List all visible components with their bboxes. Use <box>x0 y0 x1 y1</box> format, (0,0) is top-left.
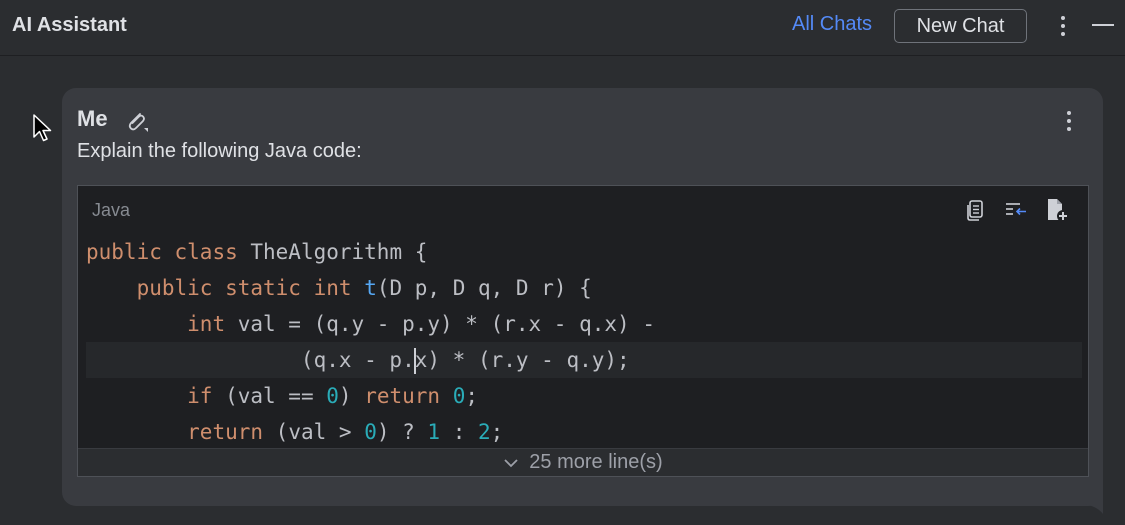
code-token: return <box>187 420 276 444</box>
code-token: return <box>364 384 453 408</box>
tool-window-title: AI Assistant <box>12 14 127 36</box>
code-line: if (val == 0) return 0; <box>86 378 1082 414</box>
code-lines: public class TheAlgorithm { public stati… <box>86 234 1082 450</box>
code-token: if <box>187 384 226 408</box>
code-token: 2 <box>478 420 491 444</box>
new-chat-button[interactable]: New Chat <box>894 9 1027 43</box>
code-token: ) ? <box>376 420 428 444</box>
more-lines-label: 25 more line(s) <box>529 451 663 473</box>
code-token: public <box>136 276 226 300</box>
code-snippet: Java public class TheAlgorithm { public … <box>77 185 1089 477</box>
all-chats-link[interactable]: All Chats <box>792 13 872 36</box>
code-token: class <box>174 240 251 264</box>
code-line: int val = (q.y - p.y) * (r.x - q.x) - <box>86 306 1082 342</box>
code-token: (val == <box>225 384 327 408</box>
copy-icon[interactable] <box>964 198 988 222</box>
code-token: (D p, D q, D r) { <box>376 276 592 300</box>
code-line: public static int t(D p, D q, D r) { <box>86 270 1082 306</box>
code-token: (val > <box>275 420 365 444</box>
chevron-down-icon <box>504 458 518 467</box>
code-token: public <box>86 240 175 264</box>
message-text: Explain the following Java code: <box>77 140 362 162</box>
code-token: : <box>440 420 479 444</box>
code-token: ; <box>490 420 504 444</box>
code-token: (q.x - p. <box>86 348 415 372</box>
message-author: Me <box>77 106 108 131</box>
code-token: 0 <box>452 384 466 408</box>
insert-at-caret-icon[interactable] <box>1004 198 1028 222</box>
mouse-cursor-icon <box>33 114 52 142</box>
code-token: val = (q.y - p.y) * (r.x - q.x) - <box>237 312 655 336</box>
code-token: ; <box>465 384 479 408</box>
tool-window-header: AI Assistant All Chats New Chat <box>0 0 1125 56</box>
code-token: ) <box>338 384 365 408</box>
code-token: x) * (r.y - q.y); <box>414 348 630 372</box>
code-token: int <box>187 312 238 336</box>
minimize-icon[interactable] <box>1092 24 1114 26</box>
kebab-icon[interactable] <box>1060 108 1078 134</box>
code-line: return (val > 0) ? 1 : 2; <box>86 414 1082 450</box>
code-line: (q.x - p.x) * (r.y - q.y); <box>86 342 1082 378</box>
new-file-icon[interactable] <box>1044 196 1070 224</box>
code-token: 0 <box>326 384 339 408</box>
code-token: 1 <box>427 420 441 444</box>
paperclip-icon[interactable] <box>123 108 151 134</box>
code-token: t <box>364 276 377 300</box>
code-token: int <box>313 276 365 300</box>
code-line: public class TheAlgorithm { <box>86 234 1082 270</box>
code-language-label: Java <box>92 200 131 220</box>
code-token: TheAlgorithm { <box>250 240 428 264</box>
kebab-icon[interactable] <box>1054 14 1072 38</box>
code-token: 0 <box>364 420 377 444</box>
expand-more-lines-button[interactable]: 25 more line(s) <box>78 448 1088 476</box>
bubble-tail <box>1083 488 1103 514</box>
code-token: static <box>225 276 314 300</box>
